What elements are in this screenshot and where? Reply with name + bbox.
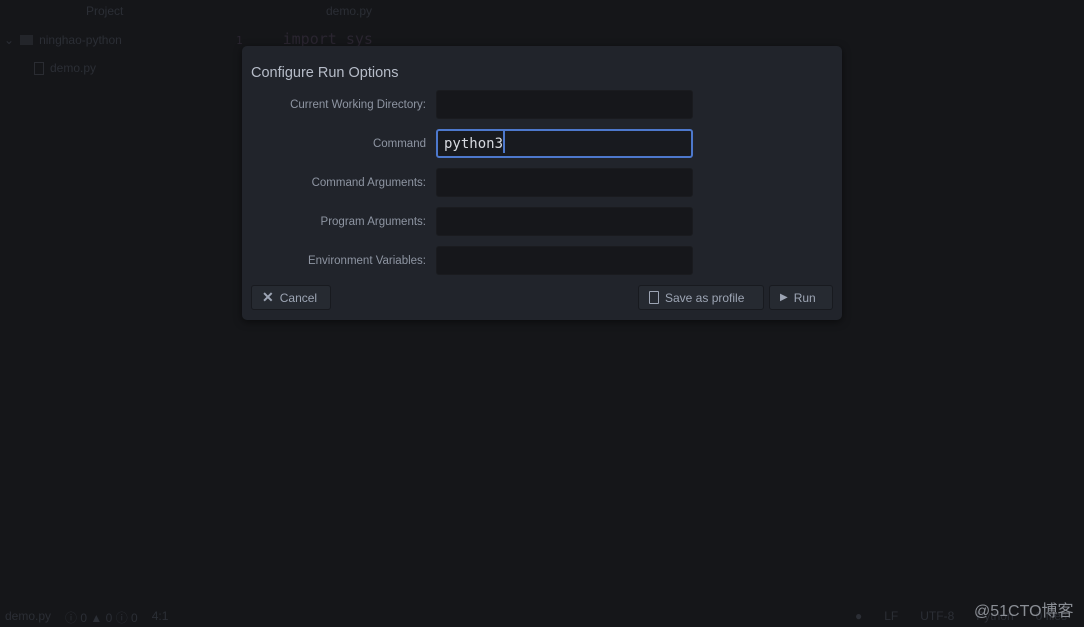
configure-run-dialog: Configure Run Options Current Working Di…	[242, 46, 842, 320]
field-env-vars: Environment Variables:	[242, 246, 842, 275]
tree-file-label: demo.py	[50, 61, 97, 75]
tree-file-item[interactable]: demo.py	[34, 61, 96, 75]
save-as-profile-button[interactable]: Save as profile	[638, 285, 764, 310]
field-label: Environment Variables:	[307, 255, 426, 267]
cursor-position[interactable]: 4:1	[152, 609, 169, 626]
play-icon: ▶	[780, 292, 788, 303]
tree-root-label: ninghao-python	[39, 33, 122, 47]
cwd-input[interactable]	[436, 90, 693, 119]
program-args-input[interactable]	[436, 207, 693, 236]
command-value: python3	[444, 136, 504, 152]
field-command-args: Command Arguments:	[242, 168, 842, 197]
warning-icon: ▲	[90, 611, 103, 625]
run-button[interactable]: ▶ Run	[769, 285, 833, 310]
field-label: Command Arguments:	[311, 177, 426, 189]
cancel-button[interactable]: ✕ Cancel	[251, 285, 331, 310]
diagnostics[interactable]: ⓘ 0 ▲ 0 ⓘ 0	[65, 609, 138, 626]
info-count: 0	[131, 611, 138, 625]
line-number: 1	[236, 34, 243, 47]
field-command: Command python3	[242, 129, 842, 158]
close-icon: ✕	[262, 289, 274, 305]
command-input[interactable]: python3	[436, 129, 693, 158]
encoding[interactable]: UTF-8	[920, 609, 954, 623]
file-icon	[34, 61, 44, 75]
error-icon: ⓘ	[65, 611, 78, 625]
run-label: Run	[793, 290, 816, 305]
field-program-args: Program Arguments:	[242, 207, 842, 236]
folder-icon	[20, 35, 34, 45]
command-args-input[interactable]	[436, 168, 693, 197]
tree-root-folder[interactable]: ⌄ ninghao-python	[4, 33, 122, 47]
dialog-title: Configure Run Options	[251, 65, 399, 81]
text-caret	[503, 131, 506, 153]
env-vars-input[interactable]	[436, 246, 693, 275]
status-file[interactable]: demo.py	[5, 609, 51, 626]
cancel-label: Cancel	[279, 290, 318, 305]
status-bar: demo.py ⓘ 0 ▲ 0 ⓘ 0 4:1 ● LF UTF-8 Pytho…	[0, 606, 1084, 627]
chevron-down-icon: ⌄	[4, 33, 15, 47]
watermark: @51CTO博客	[974, 603, 1074, 620]
save-label: Save as profile	[665, 290, 745, 305]
error-count: 0	[80, 611, 88, 625]
document-icon	[649, 291, 659, 304]
line-ending[interactable]: LF	[884, 609, 898, 623]
status-dot-icon: ●	[855, 609, 863, 623]
field-label: Program Arguments:	[320, 216, 426, 228]
field-cwd: Current Working Directory:	[242, 90, 842, 119]
project-tree-title: Project	[86, 4, 124, 18]
field-label: Command	[372, 138, 426, 150]
field-label: Current Working Directory:	[290, 99, 426, 111]
warning-count: 0	[105, 611, 113, 625]
info-icon: ⓘ	[115, 611, 128, 625]
editor-tab[interactable]: demo.py	[326, 4, 372, 18]
